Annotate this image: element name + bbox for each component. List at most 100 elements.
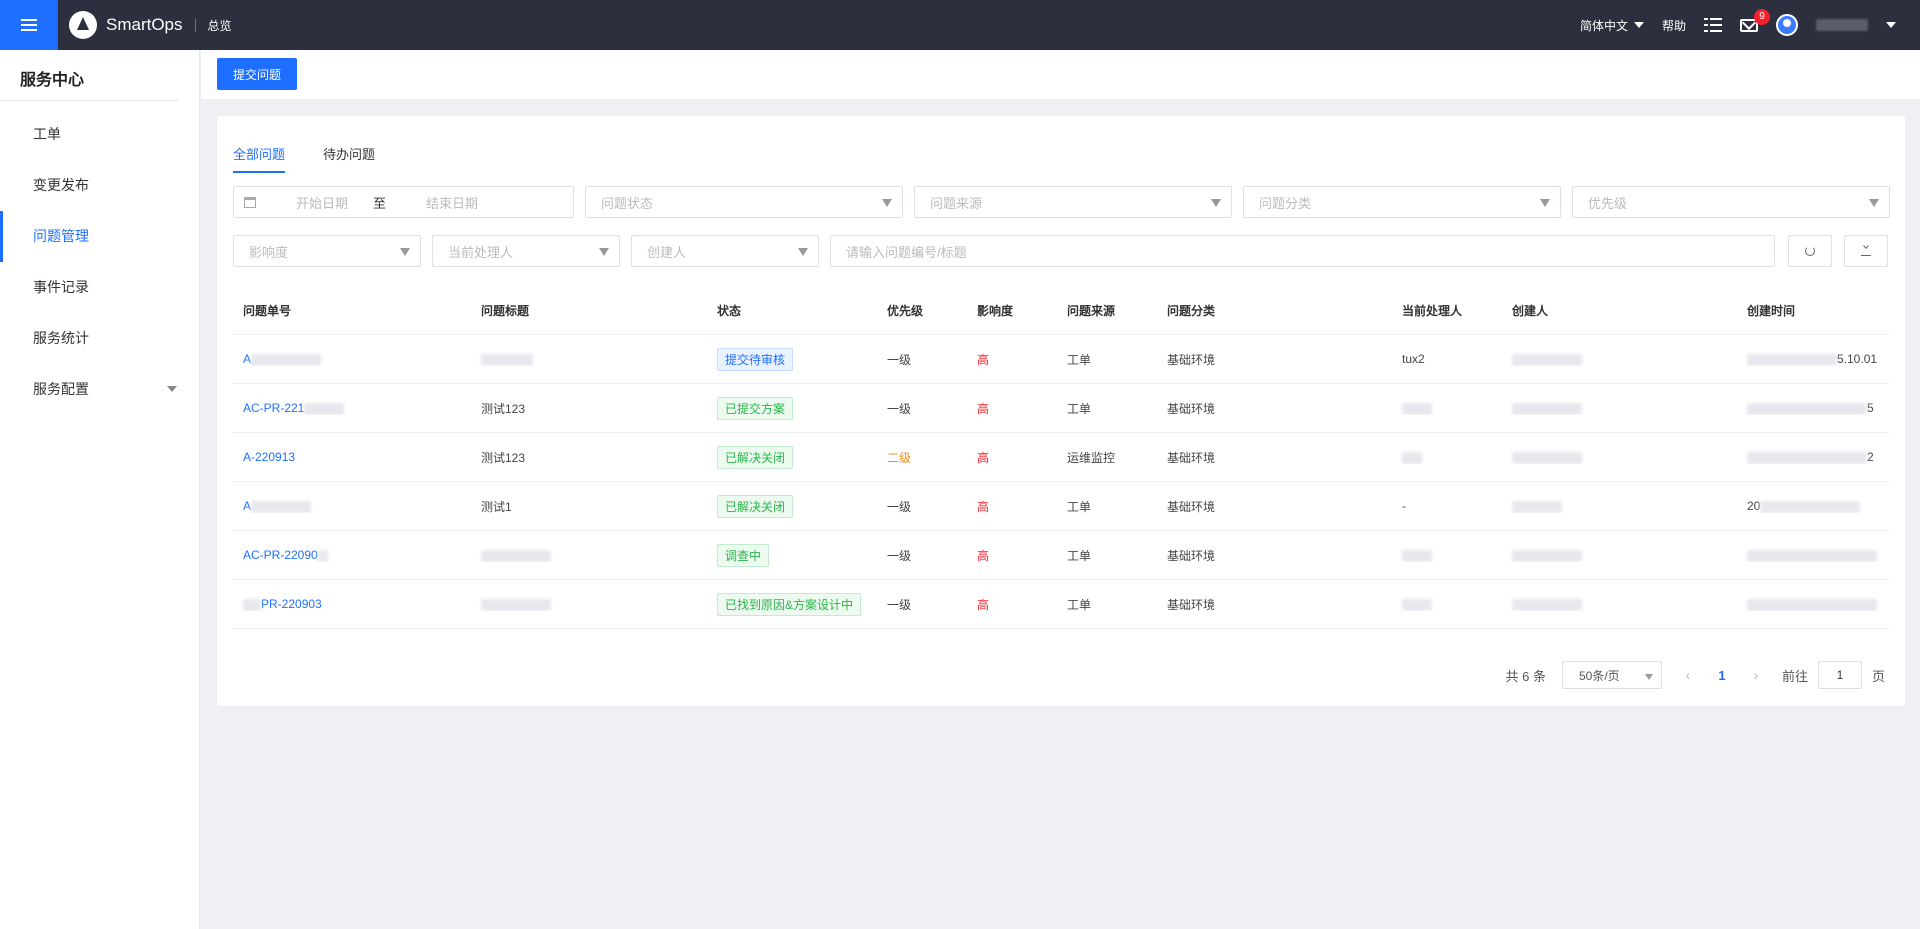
creator-select[interactable]: 创建人 — [631, 235, 819, 267]
category-select[interactable]: 问题分类 — [1243, 186, 1561, 218]
sidebar-item-event-records[interactable]: 事件记录 — [0, 262, 199, 313]
column-header[interactable]: 问题单号 — [233, 302, 471, 319]
status-select[interactable]: 问题状态 — [585, 186, 903, 218]
redacted-text — [1402, 451, 1422, 464]
problem-list-card: 全部问题 待办问题 开始日期 至 结束日期 问题状态 问题来源 问题分类 优先级… — [217, 116, 1905, 706]
source-cell: 工单 — [1067, 597, 1092, 612]
category-cell: 基础环境 — [1167, 352, 1216, 367]
column-header[interactable]: 问题分类 — [1157, 302, 1392, 319]
overview-link[interactable]: 总览 — [208, 17, 232, 34]
next-page-icon[interactable]: › — [1740, 667, 1772, 683]
language-label: 简体中文 — [1579, 18, 1628, 33]
help-link[interactable]: 帮助 — [1662, 17, 1686, 34]
search-input[interactable]: 请输入问题编号/标题 — [830, 235, 1775, 267]
handler-cell: tux2 — [1402, 352, 1425, 366]
table-row[interactable]: PR-220903 已找到原因&方案设计中 一级 高 工单 基础环境 — [233, 580, 1889, 629]
redacted-text — [1512, 353, 1582, 366]
goto-page-input[interactable]: 1 — [1817, 661, 1862, 689]
status-badge: 已提交方案 — [717, 396, 794, 420]
source-cell: 运维监控 — [1067, 450, 1116, 465]
category-cell: 基础环境 — [1167, 450, 1216, 465]
table-row[interactable]: A 提交待审核 一级 高 工单 基础环境 tux2 5.10.01 — [233, 335, 1889, 384]
logo[interactable]: SmartOps — [69, 11, 183, 39]
sidebar-item-service-config[interactable]: 服务配置 — [0, 364, 199, 415]
category-select-placeholder: 问题分类 — [1259, 195, 1312, 211]
created-time-cell: 5 — [1867, 401, 1874, 415]
download-icon — [1861, 246, 1871, 256]
problem-id-link[interactable]: PR-220903 — [261, 597, 322, 611]
avatar[interactable] — [1776, 14, 1798, 36]
pagination: 共 6 条 50条/页 ‹ 1 › 前往 1 页 — [1505, 661, 1885, 689]
redacted-text — [1747, 598, 1877, 611]
redacted-text — [1512, 549, 1582, 562]
prev-page-icon[interactable]: ‹ — [1672, 667, 1704, 683]
table-row[interactable]: AC-PR-22090 调查中 一级 高 工单 基础环境 — [233, 531, 1889, 580]
priority-cell: 二级 — [887, 450, 912, 465]
sidebar: 服务中心 工单 变更发布 问题管理 事件记录 服务统计 服务配置 — [0, 50, 200, 929]
problem-id-link[interactable]: AC-PR-22090 — [243, 548, 318, 562]
refresh-button[interactable] — [1788, 235, 1832, 267]
mail-badge: 9 — [1754, 8, 1770, 25]
page-size-select[interactable]: 50条/页 — [1561, 661, 1662, 689]
page-number-current[interactable]: 1 — [1714, 668, 1730, 683]
sidebar-item-problem-management[interactable]: 问题管理 — [0, 211, 199, 262]
priority-select[interactable]: 优先级 — [1572, 186, 1890, 218]
column-header[interactable]: 当前处理人 — [1392, 302, 1502, 319]
handler-cell: - — [1402, 499, 1406, 513]
category-cell: 基础环境 — [1167, 401, 1216, 416]
column-header[interactable]: 问题标题 — [471, 302, 707, 319]
category-cell: 基础环境 — [1167, 548, 1216, 563]
impact-cell: 高 — [977, 548, 990, 563]
caret-down-icon — [882, 199, 892, 207]
redacted-text — [1402, 549, 1432, 562]
export-button[interactable] — [1844, 235, 1888, 267]
caret-down-icon — [1211, 199, 1221, 207]
sidebar-item-tickets[interactable]: 工单 — [0, 109, 199, 160]
problem-id-link[interactable]: AC-PR-221 — [243, 401, 304, 415]
column-header[interactable]: 优先级 — [877, 302, 967, 319]
source-select[interactable]: 问题来源 — [914, 186, 1232, 218]
mail-button[interactable]: 9 — [1740, 8, 1770, 32]
handler-select[interactable]: 当前处理人 — [432, 235, 620, 267]
impact-select[interactable]: 影响度 — [233, 235, 421, 267]
chevron-down-icon[interactable] — [1886, 22, 1896, 28]
table-row[interactable]: A 测试1 已解决关闭 一级 高 工单 基础环境 - 20 — [233, 482, 1889, 531]
redacted-text — [481, 598, 551, 611]
column-header[interactable]: 创建人 — [1502, 302, 1737, 319]
task-list-icon[interactable] — [1704, 17, 1722, 33]
table-row[interactable]: AC-PR-221 测试123 已提交方案 一级 高 工单 基础环境 5 — [233, 384, 1889, 433]
submit-problem-button[interactable]: 提交问题 — [217, 58, 297, 90]
source-cell: 工单 — [1067, 499, 1092, 514]
total-count: 共 6 条 — [1505, 668, 1546, 684]
problem-id-link[interactable]: A — [243, 499, 251, 513]
user-name-redacted[interactable] — [1816, 19, 1868, 31]
problem-id-link[interactable]: A — [243, 352, 251, 366]
column-header[interactable]: 创建时间 — [1737, 302, 1889, 319]
refresh-icon — [1805, 246, 1815, 256]
chevron-down-icon — [1633, 22, 1644, 28]
problem-id-link[interactable]: A-220913 — [243, 450, 295, 464]
created-time-cell: 20 — [1747, 499, 1761, 513]
status-badge: 调查中 — [717, 543, 770, 567]
date-range-picker[interactable]: 开始日期 至 结束日期 — [233, 186, 574, 218]
sidebar-item-service-stats[interactable]: 服务统计 — [0, 313, 199, 364]
source-cell: 工单 — [1067, 401, 1092, 416]
menu-toggle-button[interactable] — [0, 0, 58, 50]
app-name: SmartOps — [106, 15, 183, 34]
end-date-input[interactable]: 结束日期 — [426, 193, 478, 212]
column-header[interactable]: 问题来源 — [1057, 302, 1157, 319]
priority-select-placeholder: 优先级 — [1588, 195, 1628, 211]
priority-cell: 一级 — [887, 401, 912, 416]
sidebar-item-change-release[interactable]: 变更发布 — [0, 160, 199, 211]
tab-todo-problems[interactable]: 待办问题 — [323, 144, 375, 173]
redacted-text — [481, 549, 551, 562]
logo-icon — [69, 11, 97, 39]
column-header[interactable]: 状态 — [707, 302, 877, 319]
column-header[interactable]: 影响度 — [967, 302, 1057, 319]
handler-select-placeholder: 当前处理人 — [448, 244, 514, 260]
redacted-text — [251, 500, 312, 513]
start-date-input[interactable]: 开始日期 — [296, 193, 348, 212]
table-row[interactable]: A-220913 测试123 已解决关闭 二级 高 运维监控 基础环境 2 — [233, 433, 1889, 482]
tab-all-problems[interactable]: 全部问题 — [233, 144, 286, 173]
language-selector[interactable]: 简体中文 — [1580, 17, 1644, 34]
